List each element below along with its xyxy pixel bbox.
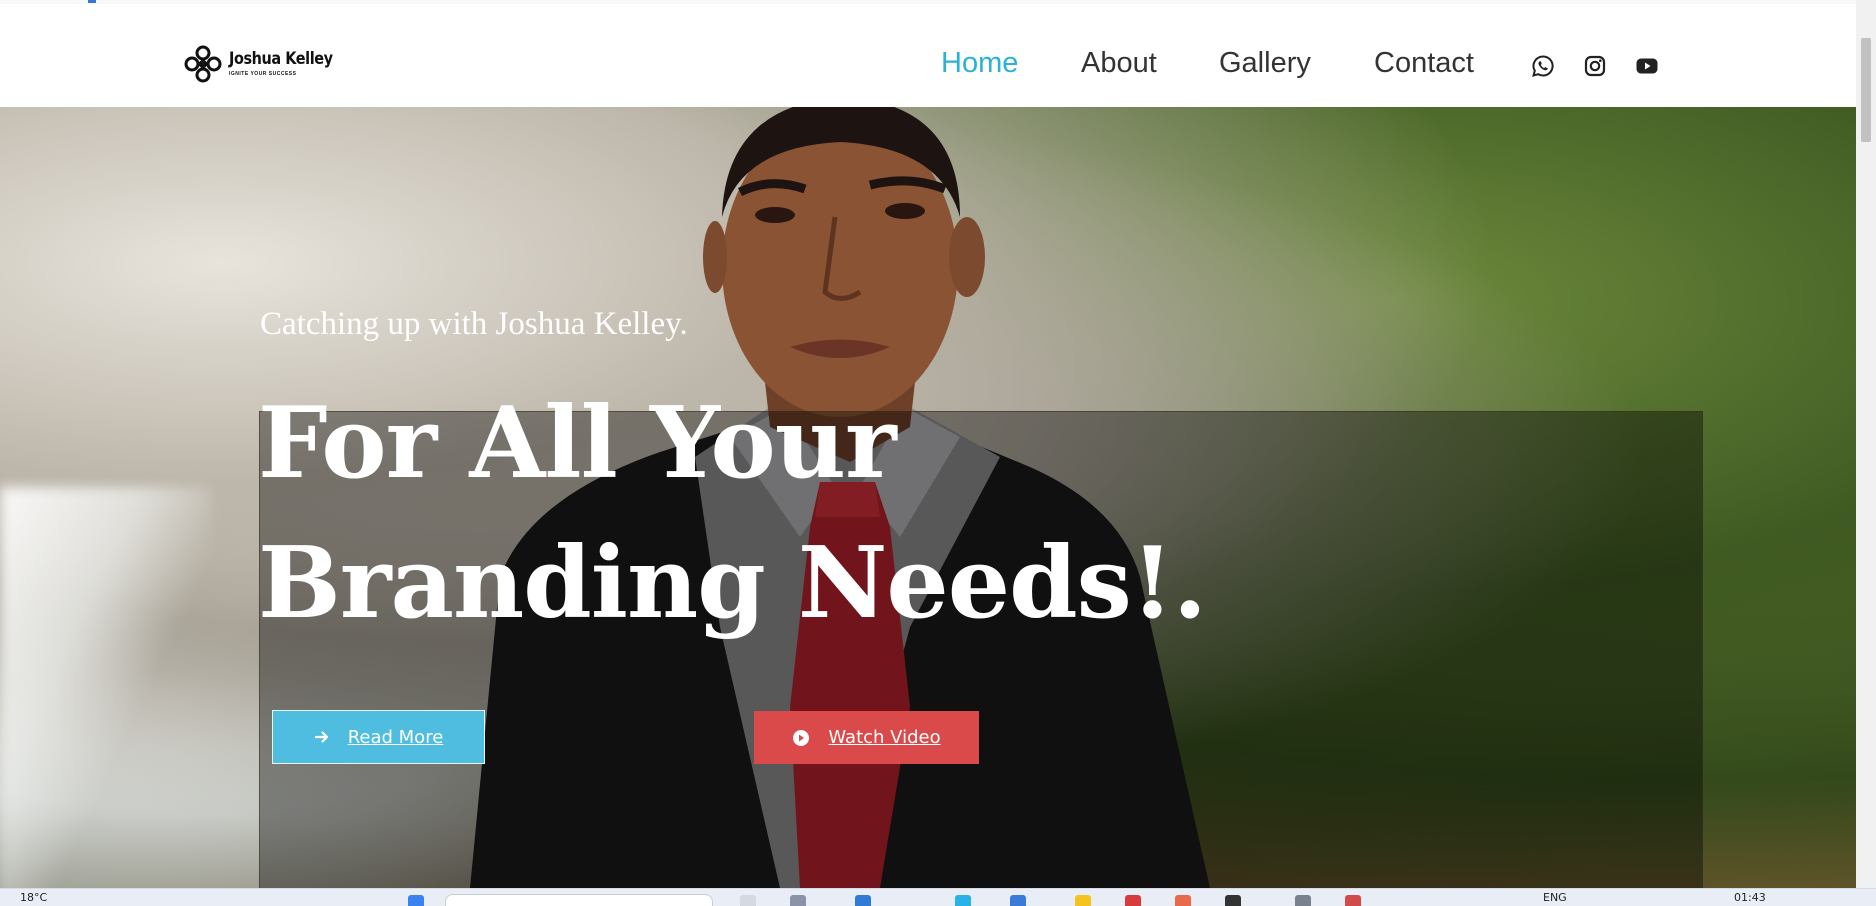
- logo-name: Joshua Kelley: [229, 49, 333, 69]
- taskbar-app-icon[interactable]: [1295, 895, 1311, 906]
- youtube-icon[interactable]: [1635, 54, 1659, 78]
- page-scrollbar[interactable]: [1856, 0, 1876, 888]
- watch-video-button[interactable]: Watch Video: [754, 711, 979, 764]
- taskbar-app-icon[interactable]: [790, 895, 806, 906]
- scrollbar-thumb[interactable]: [1861, 38, 1871, 142]
- nav-item-gallery[interactable]: Gallery: [1219, 47, 1311, 80]
- taskbar-clock[interactable]: 01:43: [1734, 891, 1766, 904]
- hero-background-waterfall: [0, 487, 210, 888]
- nav-item-home[interactable]: Home: [941, 47, 1018, 80]
- chrome-icon[interactable]: [1075, 895, 1091, 906]
- edge-browser-icon[interactable]: [855, 895, 871, 906]
- site-header: Joshua Kelley IGNITE YOUR SUCCESS Home A…: [0, 4, 1856, 107]
- taskbar-search-box[interactable]: [445, 894, 713, 906]
- logo-tagline: IGNITE YOUR SUCCESS: [229, 71, 297, 77]
- site-logo[interactable]: Joshua Kelley IGNITE YOUR SUCCESS: [183, 44, 351, 84]
- taskbar-app-icon[interactable]: [1345, 895, 1361, 906]
- mail-icon[interactable]: [1125, 895, 1141, 906]
- watch-video-label: Watch Video: [828, 727, 941, 748]
- nav-item-contact[interactable]: Contact: [1374, 47, 1474, 80]
- taskbar-weather[interactable]: 18°C: [20, 891, 47, 904]
- hero-headline-line-1: For All Your: [258, 386, 897, 501]
- play-circle-icon: [793, 729, 810, 746]
- nav-item-about[interactable]: About: [1081, 47, 1157, 80]
- taskbar-app-icon[interactable]: [955, 895, 971, 906]
- hero-kicker: Catching up with Joshua Kelley.: [260, 306, 688, 342]
- os-taskbar: 18°C ENG 01:43: [0, 888, 1876, 906]
- arrow-right-icon: [314, 731, 328, 743]
- taskbar-language[interactable]: ENG: [1543, 891, 1567, 904]
- hero-headline: For All Your Branding Needs!.: [258, 374, 1358, 654]
- task-view-icon[interactable]: [740, 895, 756, 906]
- start-menu-icon[interactable]: [408, 895, 424, 906]
- read-more-label: Read More: [347, 726, 444, 748]
- hero-headline-line-2: Branding Needs!.: [258, 526, 1207, 641]
- taskbar-app-icon[interactable]: [1175, 895, 1191, 906]
- read-more-button[interactable]: Read More: [272, 710, 485, 764]
- instagram-icon[interactable]: [1583, 54, 1607, 78]
- whatsapp-icon[interactable]: [1531, 54, 1555, 78]
- logo-knot-icon: [184, 45, 222, 83]
- file-explorer-icon[interactable]: [1010, 895, 1026, 906]
- browser-tab-indicator: [88, 0, 96, 3]
- taskbar-app-icon[interactable]: [1225, 895, 1241, 906]
- social-links: [1531, 54, 1659, 78]
